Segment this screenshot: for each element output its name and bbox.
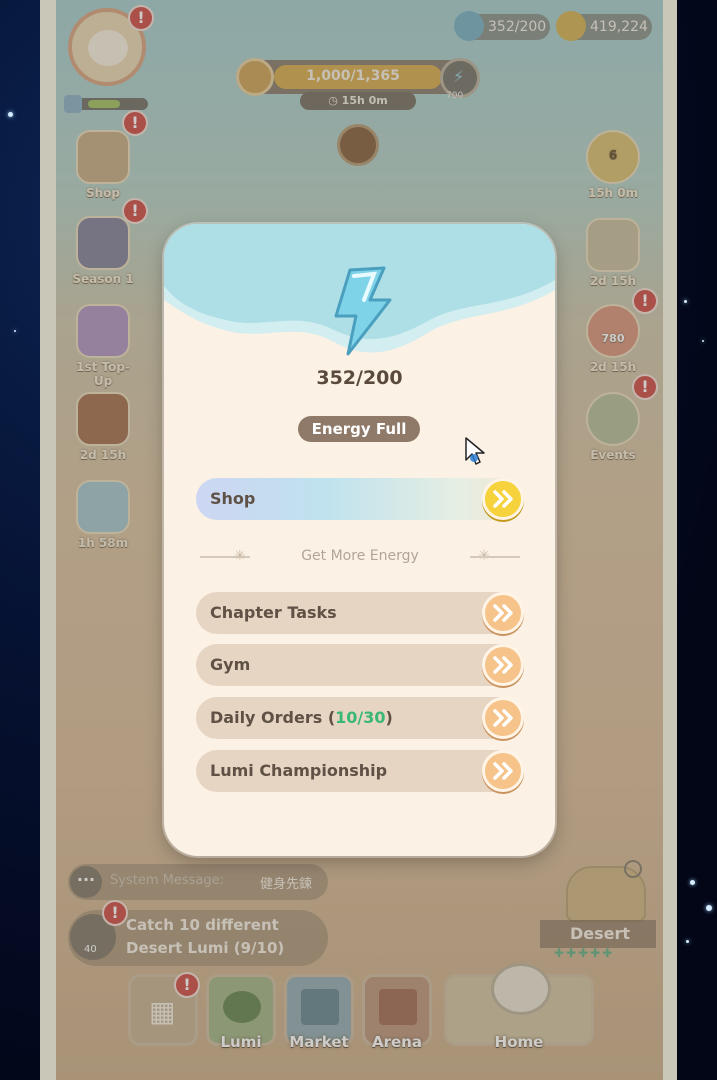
lumi-championship-go-button[interactable] bbox=[482, 750, 524, 792]
gym-row[interactable]: Gym bbox=[196, 644, 524, 686]
mouse-cursor-icon bbox=[465, 437, 485, 465]
chapter-tasks-row[interactable]: Chapter Tasks bbox=[196, 592, 524, 634]
double-chevron-icon bbox=[493, 490, 513, 508]
star bbox=[690, 880, 695, 885]
star bbox=[8, 112, 13, 117]
energy-amount: 352/200 bbox=[316, 367, 403, 389]
gym-go-button[interactable] bbox=[482, 644, 524, 686]
divider-line-right bbox=[470, 556, 520, 558]
energy-status-badge: Energy Full bbox=[298, 416, 420, 442]
daily-orders-count: 10/30 bbox=[335, 708, 386, 727]
chapter-tasks-go-button[interactable] bbox=[482, 592, 524, 634]
double-chevron-icon bbox=[493, 762, 513, 780]
star bbox=[686, 940, 689, 943]
shop-row-label: Shop bbox=[210, 489, 256, 508]
double-chevron-icon bbox=[493, 656, 513, 674]
get-more-energy-divider: ✳ Get More Energy ✳ bbox=[200, 546, 520, 566]
shop-row[interactable]: Shop bbox=[196, 478, 524, 520]
star bbox=[14, 330, 16, 332]
double-chevron-icon bbox=[493, 604, 513, 622]
double-chevron-icon bbox=[493, 709, 513, 727]
sparkle-icon: ✳ bbox=[234, 548, 246, 564]
energy-bolt-icon bbox=[334, 266, 392, 356]
daily-orders-row[interactable]: Daily Orders (10/30) bbox=[196, 697, 524, 739]
star bbox=[684, 300, 687, 303]
lumi-championship-row[interactable]: Lumi Championship bbox=[196, 750, 524, 792]
shop-go-button[interactable] bbox=[482, 478, 524, 520]
star bbox=[706, 905, 712, 911]
energy-modal: 352/200 Energy Full Shop ✳ Get More Ener… bbox=[164, 224, 555, 856]
star bbox=[702, 340, 704, 342]
daily-orders-go-button[interactable] bbox=[482, 697, 524, 739]
